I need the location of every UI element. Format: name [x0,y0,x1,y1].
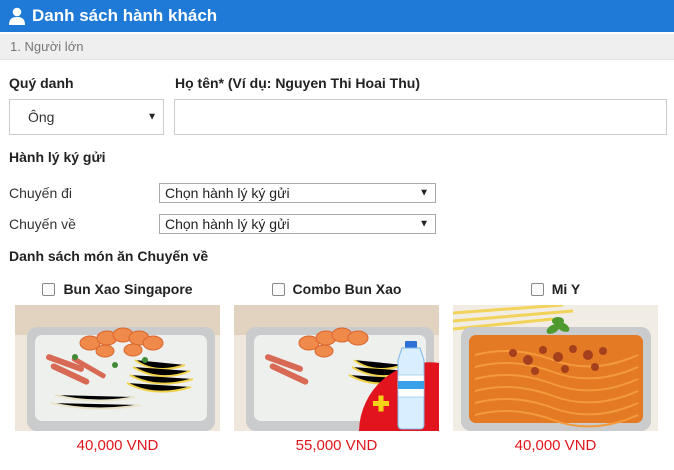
outbound-label: Chuyến đi [9,185,73,201]
meal-price: 40,000 VND [514,437,597,454]
caret-down-icon: ▼ [419,187,429,199]
name-label: Họ tên* (Ví dụ: Nguyen Thi Hoai Thu) [175,75,420,91]
meal-checkbox[interactable] [530,282,544,296]
meal-name: Bun Xao Singapore [63,281,193,297]
meal-card: Mi Y 40,000 VND [453,278,658,454]
caret-down-icon: ▼ [419,218,429,230]
meal-list-heading: Danh sách món ăn Chuyến về [9,248,209,264]
meal-checkbox[interactable] [42,282,56,296]
outbound-baggage-select[interactable]: Chọn hành lý ký gửi ▼ [159,183,436,203]
title-select[interactable]: Ông ▼ [9,99,164,135]
title-select-value: Ông [28,109,55,125]
title-label: Quý danh [9,75,74,91]
name-input[interactable] [174,99,667,135]
return-label: Chuyến về [9,216,76,232]
caret-down-icon: ▼ [147,111,157,123]
return-baggage-select[interactable]: Chọn hành lý ký gửi ▼ [159,214,436,234]
passenger-type-bar: 1. Người lớn [0,34,674,60]
meal-card: Combo Bun Xao 55,000 VND [234,278,439,454]
meal-name: Combo Bun Xao [292,281,402,297]
baggage-heading: Hành lý ký gửi [9,149,106,165]
user-icon [6,5,28,27]
meal-name: Mi Y [551,281,581,297]
meal-image-combo-bun-xao [234,305,439,431]
return-baggage-value: Chọn hành lý ký gửi [165,216,290,232]
meal-option-combo-bun-xao[interactable]: Combo Bun Xao [234,278,439,300]
meal-option-bun-xao-singapore[interactable]: Bun Xao Singapore [15,278,220,300]
meal-image-mi-y [453,305,658,431]
outbound-baggage-value: Chọn hành lý ký gửi [165,185,290,201]
passenger-list-header: Danh sách hành khách [0,0,674,32]
meal-checkbox[interactable] [271,282,285,296]
meal-option-mi-y[interactable]: Mi Y [453,278,658,300]
meal-image-bun-xao [15,305,220,431]
meal-price: 55,000 VND [295,437,378,454]
meal-price: 40,000 VND [76,437,159,454]
meal-card: Bun Xao Singapore 40,000 VND [15,278,220,454]
water-bottle-icon [397,341,425,430]
page-title: Danh sách hành khách [32,6,218,25]
